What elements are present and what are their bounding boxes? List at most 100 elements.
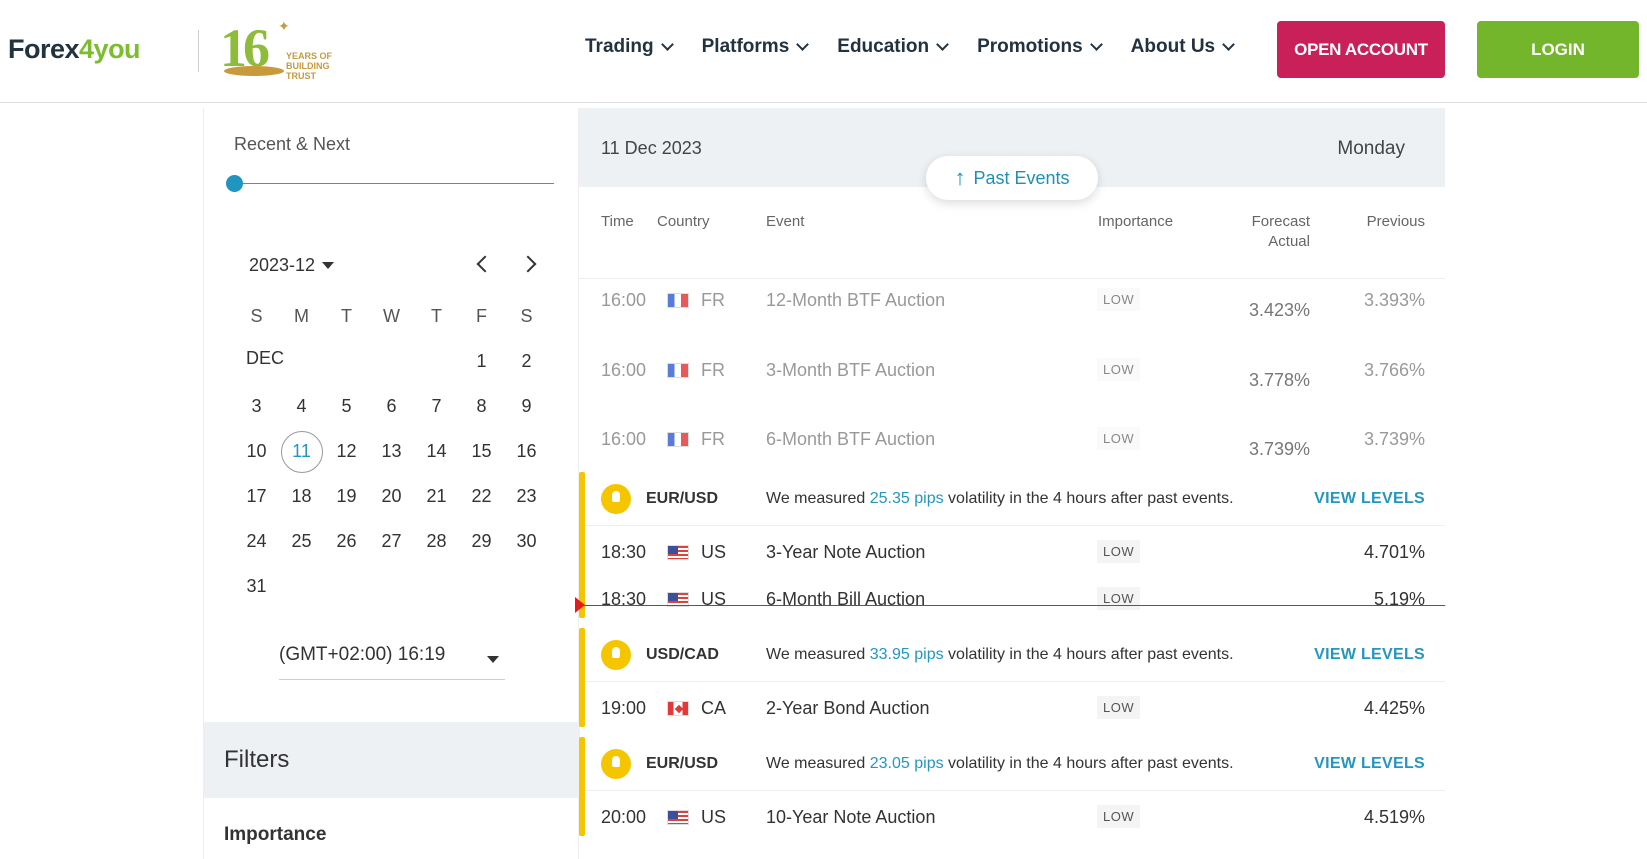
calendar-empty-cell: [279, 341, 324, 381]
lightbulb-icon: [601, 749, 631, 779]
calendar-day[interactable]: 4: [279, 386, 324, 426]
nav-education[interactable]: Education: [837, 36, 949, 58]
event-country: US: [701, 807, 727, 827]
event-row[interactable]: 20:00 US 10-Year Note Auction LOW 4.519%: [579, 793, 1445, 843]
past-events-button[interactable]: ↑ Past Events: [926, 156, 1098, 200]
event-name[interactable]: 12-Month BTF Auction: [766, 290, 945, 311]
event-name[interactable]: 6-Month Bill Auction: [766, 589, 925, 610]
event-previous: 3.393%: [1363, 290, 1425, 310]
calendar-week: 31: [234, 563, 550, 608]
login-button[interactable]: LOGIN: [1477, 21, 1639, 78]
view-levels-link[interactable]: VIEW LEVELS: [1314, 490, 1425, 508]
event-time: 16:00: [601, 429, 647, 449]
event-previous: 5.19%: [1373, 589, 1425, 609]
currency-pair: EUR/USD: [646, 755, 719, 772]
calendar-day[interactable]: 6: [369, 386, 414, 426]
event-row[interactable]: 16:00 FR 6-Month BTF Auction LOW 3.739% 3.739…: [579, 415, 1445, 465]
recent-next-slider-handle[interactable]: [226, 175, 243, 192]
calendar-empty-cell: [504, 566, 549, 606]
filters-header: Filters: [204, 722, 580, 798]
calendar-day[interactable]: 7: [414, 386, 459, 426]
volatility-text-pre: We measured: [766, 490, 870, 507]
calendar-day[interactable]: 28: [414, 521, 459, 561]
calendar-day[interactable]: 2: [504, 341, 549, 381]
chevron-down-icon: [796, 38, 810, 51]
calendar-day[interactable]: 14: [414, 431, 459, 471]
calendar-day[interactable]: 22: [459, 476, 504, 516]
event-name[interactable]: 2-Year Bond Auction: [766, 698, 929, 719]
nav-trading-label: Trading: [585, 36, 654, 57]
calendar-day[interactable]: 1: [459, 341, 504, 381]
chevron-down-icon: [1089, 38, 1103, 51]
weekday-label: T: [341, 305, 352, 326]
event-name[interactable]: 6-Month BTF Auction: [766, 429, 935, 450]
calendar-day[interactable]: 3: [234, 386, 279, 426]
volatility-text-post: volatility in the 4 hours after past eve…: [943, 490, 1234, 507]
forex4you-logo[interactable]: Forex4you: [8, 34, 141, 65]
event-actual: 3.739%: [1248, 439, 1310, 459]
calendar-day[interactable]: 17: [234, 476, 279, 516]
importance-badge: LOW: [1097, 288, 1141, 311]
open-account-button[interactable]: OPEN ACCOUNT: [1277, 21, 1445, 78]
calendar-day[interactable]: 8: [459, 386, 504, 426]
event-row[interactable]: 16:00 FR 12-Month BTF Auction LOW 3.423% 3.39…: [579, 276, 1445, 326]
caret-down-icon: [322, 262, 335, 269]
event-row[interactable]: 19:00 CA 2-Year Bond Auction LOW 4.425%: [579, 684, 1445, 734]
calendar-sidebar: Recent & Next 2023-12 S M T W T F S DEC 1…: [203, 108, 580, 859]
weekday-label: M: [294, 305, 309, 326]
nav-promotions-label: Promotions: [977, 36, 1083, 57]
group-indicator-bar: [579, 628, 585, 727]
nav-platforms[interactable]: Platforms: [702, 36, 810, 58]
calendar-day[interactable]: 18: [279, 476, 324, 516]
country-flag-icon: [667, 363, 689, 378]
prev-month-icon[interactable]: [476, 255, 494, 273]
volatility-message: We measured 25.35 pips volatility in the…: [766, 490, 1234, 508]
recent-next-slider-track[interactable]: [234, 183, 554, 184]
badge-ribbon: [224, 66, 284, 76]
nav-promotions[interactable]: Promotions: [977, 36, 1103, 58]
mini-calendar: S M T W T F S DEC 1 2 3 4 5 6 7 8 9 10 11 12 13 14 15 16…: [234, 293, 550, 608]
calendar-day[interactable]: 10: [234, 431, 279, 471]
event-row[interactable]: 16:00 FR 3-Month BTF Auction LOW 3.778% 3.766…: [579, 346, 1445, 396]
calendar-day[interactable]: 5: [324, 386, 369, 426]
calendar-day[interactable]: 16: [504, 431, 549, 471]
nav-trading[interactable]: Trading: [585, 36, 674, 58]
event-name[interactable]: 3-Year Note Auction: [766, 542, 925, 563]
calendar-day[interactable]: 21: [414, 476, 459, 516]
importance-badge: LOW: [1097, 805, 1141, 828]
nav-about-us[interactable]: About Us: [1131, 36, 1235, 58]
filters-title: Filters: [224, 746, 290, 773]
calendar-day[interactable]: 11: [279, 430, 324, 473]
event-name[interactable]: 3-Month BTF Auction: [766, 360, 935, 381]
calendar-day[interactable]: 30: [504, 521, 549, 561]
calendar-day[interactable]: 20: [369, 476, 414, 516]
weekday-label: S: [250, 305, 263, 326]
importance-badge: LOW: [1097, 427, 1141, 450]
nav-education-label: Education: [837, 36, 930, 57]
view-levels-link[interactable]: VIEW LEVELS: [1314, 755, 1425, 773]
calendar-day[interactable]: 12: [324, 431, 369, 471]
next-month-icon[interactable]: [519, 255, 537, 273]
calendar-day[interactable]: 19: [324, 476, 369, 516]
month-select[interactable]: 2023-12: [249, 255, 335, 276]
calendar-day[interactable]: 31: [234, 566, 279, 606]
timezone-select[interactable]: (GMT+02:00) 16:19: [279, 644, 505, 680]
calendar-day[interactable]: 25: [279, 521, 324, 561]
calendar-day[interactable]: 15: [459, 431, 504, 471]
calendar-day[interactable]: 26: [324, 521, 369, 561]
event-name[interactable]: 10-Year Note Auction: [766, 807, 935, 828]
calendar-day[interactable]: 13: [369, 431, 414, 471]
calendar-week: 3456789: [234, 383, 550, 428]
chevron-down-icon: [660, 38, 674, 51]
importance-filter-label[interactable]: Importance: [224, 824, 326, 846]
calendar-day[interactable]: 9: [504, 386, 549, 426]
calendar-day[interactable]: 24: [234, 521, 279, 561]
col-importance: Importance: [1098, 213, 1174, 230]
calendar-day[interactable]: 29: [459, 521, 504, 561]
calendar-day[interactable]: 23: [504, 476, 549, 516]
event-actual: 3.423%: [1248, 300, 1310, 320]
view-levels-link[interactable]: VIEW LEVELS: [1314, 646, 1425, 664]
calendar-day[interactable]: 27: [369, 521, 414, 561]
event-row[interactable]: 18:30 US 3-Year Note Auction LOW 4.701%: [579, 528, 1445, 578]
event-row[interactable]: 18:30 US 6-Month Bill Auction LOW 5.19%: [579, 575, 1445, 625]
